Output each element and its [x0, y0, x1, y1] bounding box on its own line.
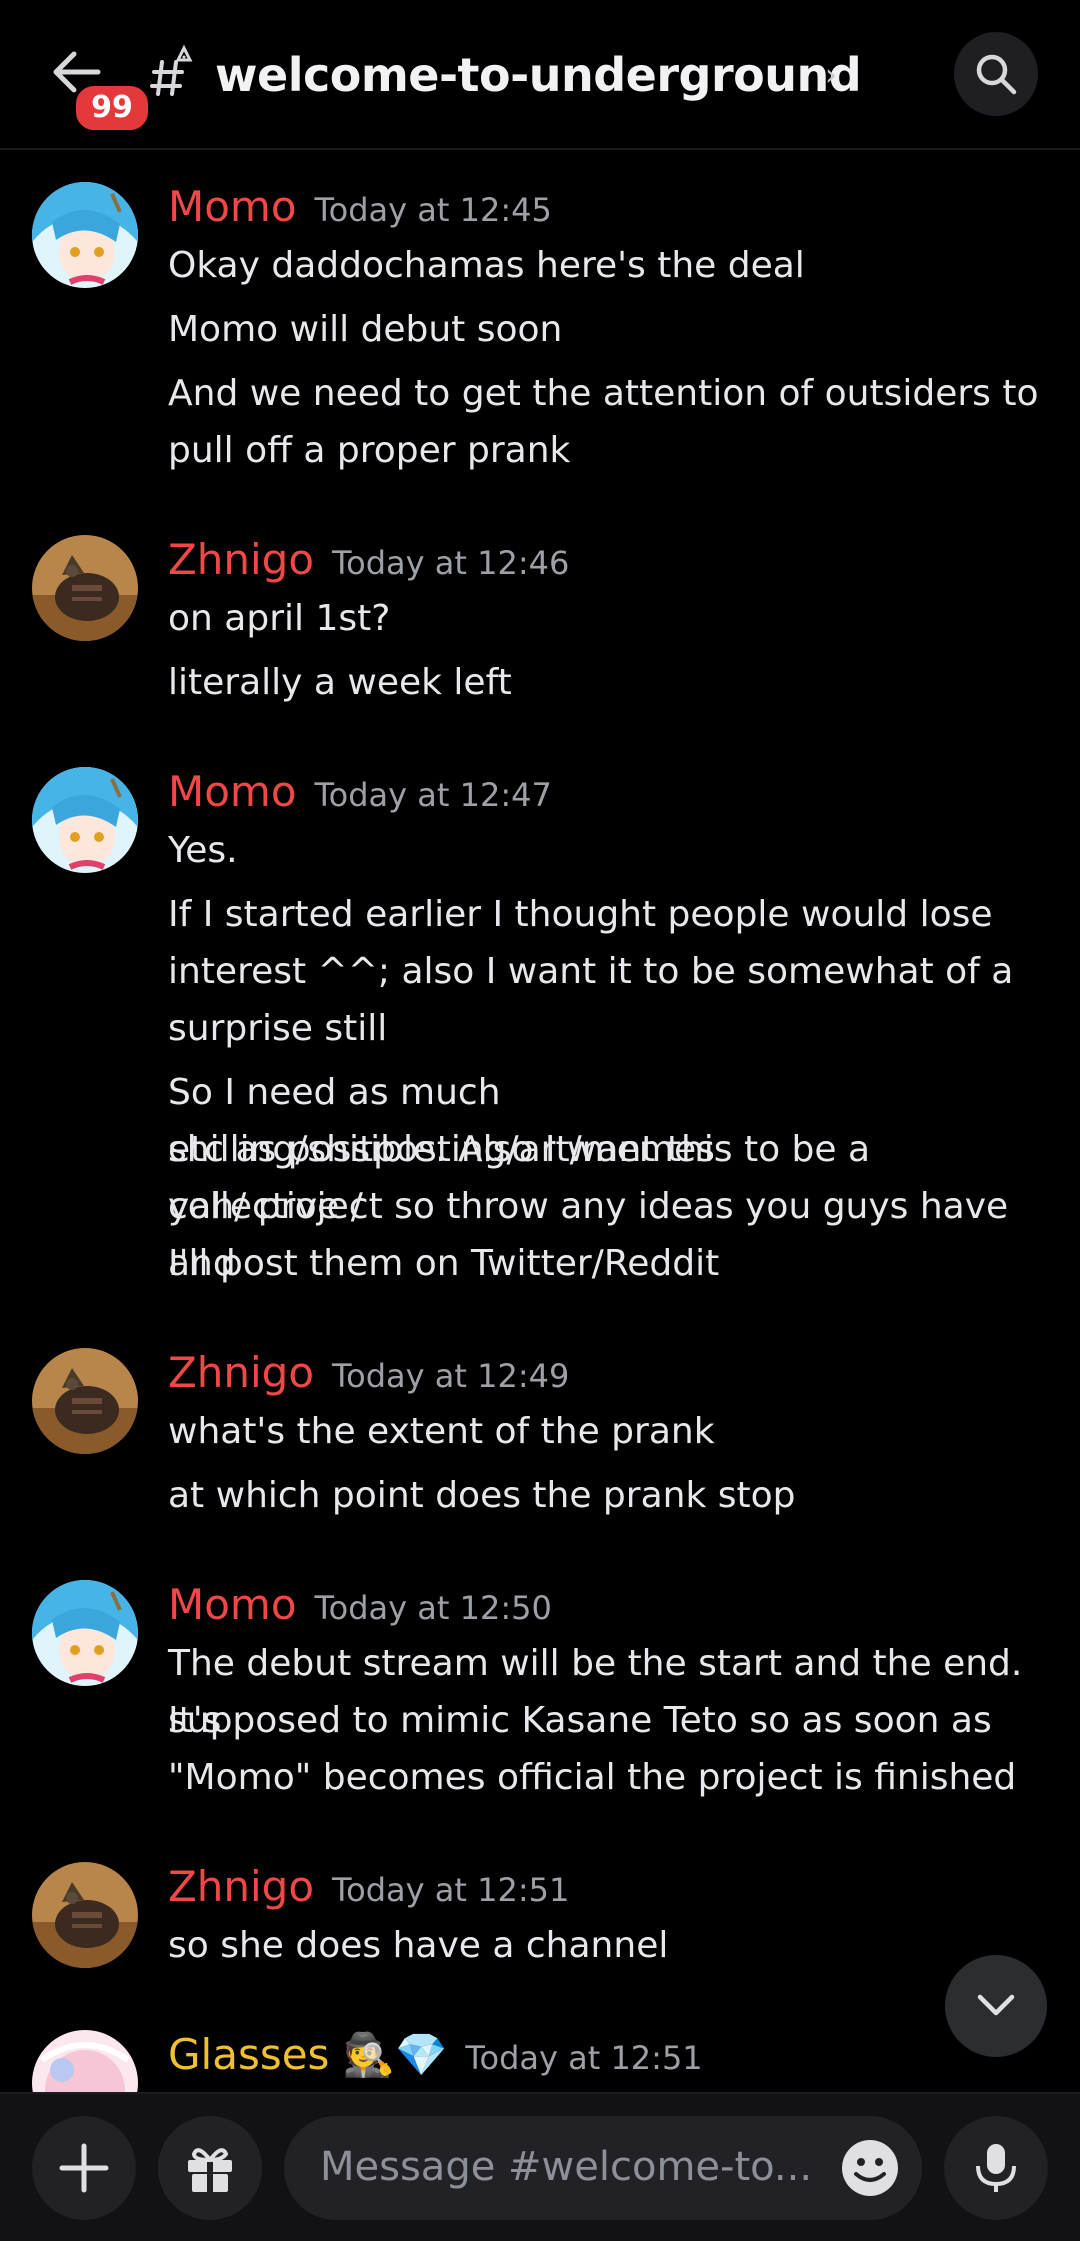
- unread-badge: 99: [72, 82, 152, 134]
- message-text: pull off a proper prank: [168, 430, 571, 471]
- gift-button[interactable]: [158, 2116, 262, 2220]
- message-text: Momo will debut soon: [168, 309, 563, 350]
- message-author[interactable]: Momo: [168, 767, 297, 816]
- message-timestamp: Today at 12:45: [314, 191, 552, 229]
- hash-rules-icon: [150, 44, 193, 96]
- message-text: so she does have a channel: [168, 1925, 669, 1966]
- plus-icon: [59, 2143, 109, 2193]
- message-timestamp: Today at 12:51: [332, 1871, 570, 1909]
- add-attachment-button[interactable]: [32, 2116, 136, 2220]
- search-button[interactable]: [954, 32, 1038, 116]
- avatar[interactable]: [32, 1348, 138, 1454]
- search-icon: [976, 54, 1017, 95]
- message-author[interactable]: Zhnigo: [168, 1862, 314, 1911]
- microphone-icon: [976, 2144, 1016, 2192]
- chevron-down-icon: [977, 1994, 1015, 2016]
- message-timestamp: Today at 12:46: [332, 544, 570, 582]
- message-author[interactable]: Zhnigo: [168, 1348, 314, 1397]
- message-text: literally a week left: [168, 662, 512, 703]
- message-text: "Momo" becomes official the project is f…: [168, 1757, 1017, 1798]
- message-text: at which point does the prank stop: [168, 1475, 796, 1516]
- message-author[interactable]: Momo: [168, 1580, 297, 1629]
- message-text: supposed to mimic Kasane Teto so as soon…: [168, 1700, 992, 1741]
- avatar[interactable]: [32, 1862, 138, 1968]
- message-timestamp: Today at 12:47: [314, 776, 552, 814]
- message-text: what's the extent of the prank: [168, 1411, 715, 1452]
- message-text: interest ^^; also I want it to be somewh…: [168, 951, 1014, 992]
- scroll-to-bottom-button[interactable]: [945, 1955, 1047, 2057]
- channel-header: 99 welcome-to-underground ›: [0, 0, 1080, 150]
- emoji-icon[interactable]: [840, 2138, 900, 2198]
- message-text: Okay daddochamas here's the deal: [168, 245, 805, 286]
- message-author[interactable]: Zhnigo: [168, 535, 314, 584]
- avatar[interactable]: [32, 535, 138, 641]
- message-text: surprise still: [168, 1008, 388, 1049]
- avatar[interactable]: [32, 2030, 138, 2092]
- composer-bar: Message #welcome-to...: [0, 2092, 1080, 2241]
- avatar[interactable]: [32, 1580, 138, 1686]
- message-author[interactable]: Momo: [168, 182, 297, 231]
- message-text: on april 1st?: [168, 598, 391, 639]
- channel-title[interactable]: welcome-to-underground: [215, 48, 862, 102]
- message-timestamp: Today at 12:50: [314, 1589, 552, 1627]
- avatar[interactable]: [32, 767, 138, 873]
- message-timestamp: Today at 12:51: [465, 2039, 703, 2077]
- message-input-placeholder: Message #welcome-to...: [320, 2144, 813, 2190]
- message-text: If I started earlier I thought people wo…: [168, 894, 993, 935]
- message-author[interactable]: Glasses 🕵️💎: [168, 2030, 447, 2079]
- message-text: Yes.: [168, 830, 238, 871]
- voice-message-button[interactable]: [944, 2116, 1048, 2220]
- message-text: I'll post them on Twitter/Reddit: [168, 1243, 720, 1284]
- message-text: And we need to get the attention of outs…: [168, 373, 1039, 414]
- message-input[interactable]: Message #welcome-to...: [284, 2116, 922, 2220]
- avatar[interactable]: [32, 182, 138, 288]
- chevron-right-icon[interactable]: ›: [825, 58, 837, 93]
- message-timestamp: Today at 12:49: [332, 1357, 570, 1395]
- gift-icon: [188, 2148, 232, 2192]
- message-list[interactable]: Momo Today at 12:45 Okay daddochamas here…: [0, 152, 1080, 2092]
